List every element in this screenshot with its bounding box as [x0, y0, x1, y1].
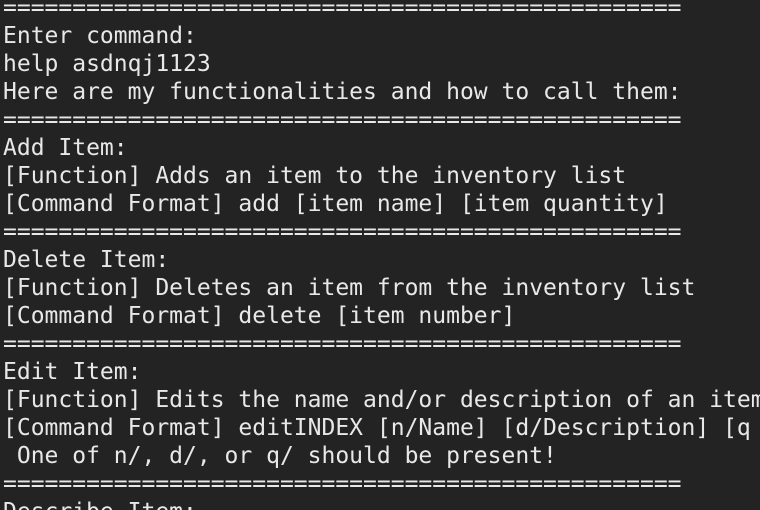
separator-line: ========================================…	[3, 107, 682, 133]
user-input-line: help asdnqj1123	[3, 51, 211, 77]
output-intro-line: Here are my functionalities and how to c…	[3, 79, 682, 105]
note-line-edit: One of n/, d/, or q/ should be present!	[3, 443, 557, 469]
separator-line: ========================================…	[3, 0, 682, 21]
separator-line: ========================================…	[3, 331, 682, 357]
separator-line: ========================================…	[3, 219, 682, 245]
format-line-edit: [Command Format] editINDEX [n/Name] [d/D…	[3, 415, 751, 441]
section-heading-describe: Describe Item:	[3, 498, 197, 510]
terminal-window: ========================================…	[0, 0, 760, 510]
section-heading-add: Add Item:	[3, 135, 128, 161]
function-line-add: [Function] Adds an item to the inventory…	[3, 163, 627, 189]
section-heading-delete: Delete Item:	[3, 247, 170, 273]
format-line-delete: [Command Format] delete [item number]	[3, 303, 516, 329]
section-heading-edit: Edit Item:	[3, 359, 142, 385]
prompt-line: Enter command:	[3, 23, 197, 49]
format-line-add: [Command Format] add [item name] [item q…	[3, 191, 668, 217]
separator-line: ========================================…	[3, 471, 682, 497]
function-line-edit: [Function] Edits the name and/or descrip…	[3, 387, 760, 413]
function-line-delete: [Function] Deletes an item from the inve…	[3, 275, 696, 301]
